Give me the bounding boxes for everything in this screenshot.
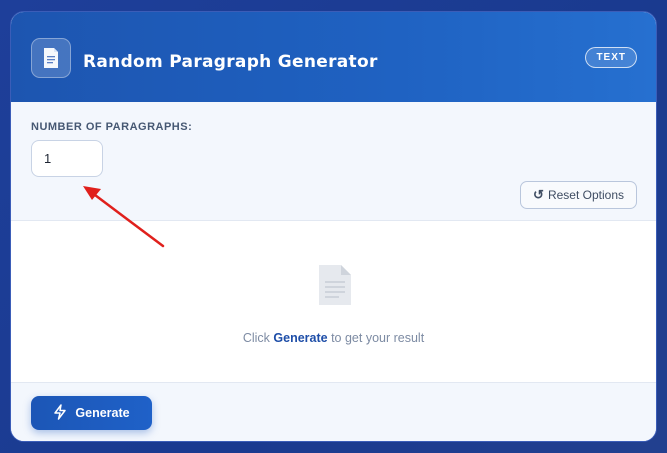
- paragraphs-input[interactable]: [31, 140, 103, 177]
- generate-button[interactable]: Generate: [31, 396, 152, 430]
- document-placeholder-icon: [317, 263, 353, 311]
- card-header: Random Paragraph Generator TEXT: [11, 12, 656, 102]
- reset-options-button[interactable]: ↺ Reset Options: [520, 181, 637, 209]
- options-panel: NUMBER OF PARAGRAPHS: ↺ Reset Options: [11, 102, 656, 221]
- generator-card: Random Paragraph Generator TEXT NUMBER O…: [10, 11, 657, 442]
- empty-prefix: Click: [242, 331, 274, 345]
- empty-action-text: Generate: [273, 331, 328, 345]
- category-badge: TEXT: [585, 47, 637, 68]
- result-area: Click Generate to get your result: [11, 221, 656, 383]
- reset-options-label: Reset Options: [547, 188, 624, 202]
- generate-label: Generate: [75, 406, 130, 420]
- document-icon: [31, 38, 71, 78]
- card-footer: Generate: [11, 383, 656, 441]
- page-title: Random Paragraph Generator: [83, 52, 378, 72]
- empty-suffix: to get your result: [327, 331, 425, 345]
- reset-icon: ↺: [533, 187, 544, 202]
- lightning-icon: [53, 403, 67, 423]
- empty-state-message: Click Generate to get your result: [11, 331, 656, 345]
- paragraphs-label: NUMBER OF PARAGRAPHS:: [31, 121, 193, 133]
